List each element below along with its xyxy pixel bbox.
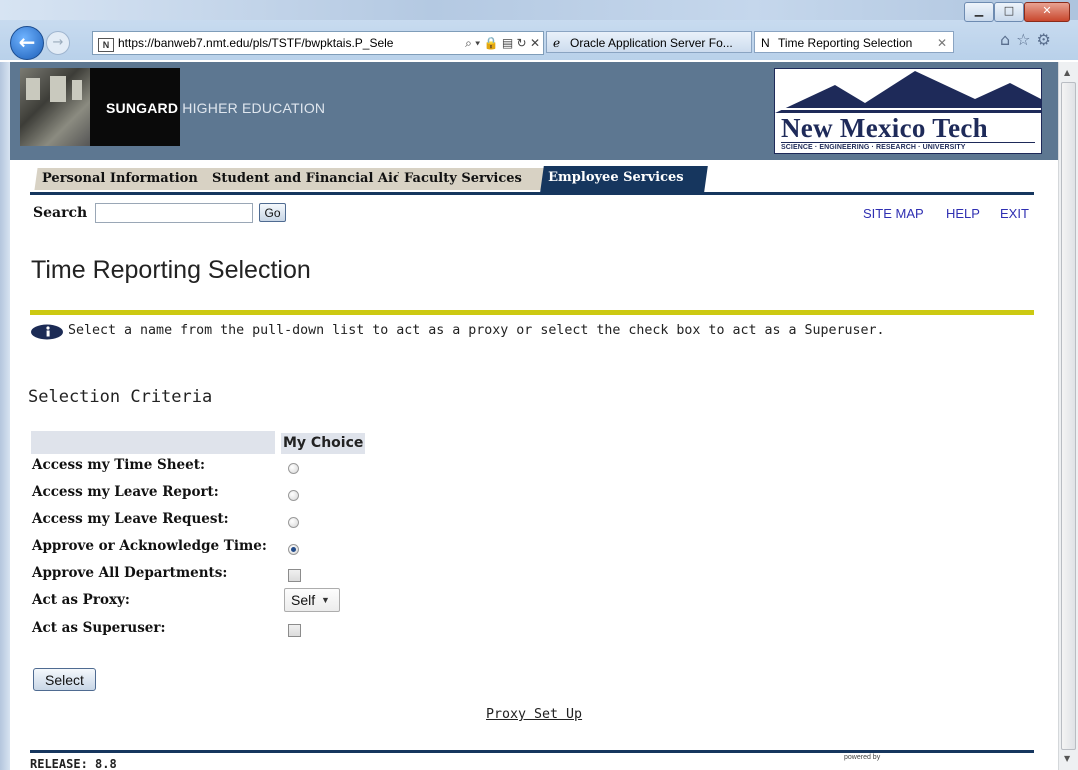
tab-faculty-services[interactable]: Faculty Services [396, 168, 550, 190]
nmt-logo: New Mexico Tech SCIENCE · ENGINEERING · … [774, 68, 1042, 154]
nmt-favicon: N [761, 36, 770, 50]
page-title: Time Reporting Selection [31, 256, 311, 284]
exit-link[interactable]: EXIT [1000, 206, 1029, 221]
ie-icon: ℯ [553, 36, 561, 50]
gear-icon[interactable]: ⚙ [1037, 30, 1057, 49]
radio-leave-request[interactable] [288, 517, 299, 528]
radio-approve-time[interactable] [288, 544, 299, 555]
radio-time-sheet[interactable] [288, 463, 299, 474]
search-input[interactable] [95, 203, 253, 223]
info-icon [31, 324, 63, 340]
tab-student-financial-aid[interactable]: Student and Financial Aid [204, 168, 406, 190]
maximize-button[interactable]: □ [994, 2, 1024, 22]
window-frame-left [0, 62, 10, 770]
tab-label: Oracle Application Server Fo... [570, 36, 733, 50]
tab-divider [30, 192, 1034, 195]
campus-photo [20, 68, 90, 146]
row-label-approve-time: Approve or Acknowledge Time: [32, 538, 267, 554]
title-divider [30, 310, 1034, 315]
address-bar[interactable]: Nhttps://banweb7.nmt.edu/pls/TSTF/bwpkta… [92, 31, 544, 55]
release-text: RELEASE: 8.8 [30, 757, 117, 770]
scroll-up-icon[interactable]: ▲ [1064, 68, 1070, 77]
star-icon[interactable]: ☆ [1016, 30, 1036, 49]
stop-icon[interactable]: ✕ [530, 36, 540, 50]
search-label: Search [33, 205, 88, 221]
info-message: Select a name from the pull-down list to… [68, 323, 885, 338]
row-label-time-sheet: Access my Time Sheet: [32, 457, 205, 473]
back-arrow-icon[interactable]: ← [10, 26, 44, 60]
tab-personal-information[interactable]: Personal Information [34, 168, 214, 190]
checkbox-approve-all-departments[interactable] [288, 569, 301, 582]
close-window-button[interactable]: ✕ [1024, 2, 1070, 22]
row-label-approve-all-departments: Approve All Departments: [32, 565, 228, 581]
lock-icon[interactable]: 🔒 [484, 36, 499, 50]
footer-divider [30, 750, 1034, 753]
minimize-button[interactable]: ▁ [964, 2, 994, 22]
search-icon[interactable]: ⌕ [465, 36, 472, 50]
row-label-leave-report: Access my Leave Report: [32, 484, 219, 500]
close-tab-icon[interactable]: ✕ [937, 32, 947, 52]
toolbar-icons: ⌂☆⚙ [1000, 30, 1057, 49]
refresh-icon[interactable]: ↻ [517, 36, 527, 50]
powered-by-text: powered by [844, 754, 881, 761]
sungard-brand: SUNGARD HIGHER EDUCATION [106, 100, 326, 116]
column-header-my-choice: My Choice [281, 433, 366, 454]
tab-employee-services[interactable]: Employee Services [540, 166, 708, 192]
table-header-blank [31, 431, 275, 454]
vertical-scrollbar[interactable]: ▲ ▼ [1058, 62, 1078, 770]
chevron-down-icon: ▼ [321, 595, 330, 605]
tab-oracle[interactable]: ℯ Oracle Application Server Fo... [546, 31, 752, 53]
go-button[interactable]: Go [259, 203, 286, 222]
address-bar-icons: ⌕ ▾ 🔒 ▤ ↻ ✕ [462, 32, 540, 54]
scroll-down-icon[interactable]: ▼ [1064, 754, 1070, 763]
proxy-set-up-link[interactable]: Proxy Set Up [486, 707, 582, 722]
site-map-link[interactable]: SITE MAP [863, 206, 924, 221]
row-label-act-as-proxy: Act as Proxy: [32, 592, 130, 608]
nmt-name: New Mexico Tech [781, 113, 988, 143]
tab-label: Time Reporting Selection [778, 36, 913, 50]
section-title: Selection Criteria [28, 387, 213, 407]
row-label-leave-request: Access my Leave Request: [32, 511, 229, 527]
radio-leave-report[interactable] [288, 490, 299, 501]
scroll-thumb[interactable] [1061, 82, 1076, 750]
page-content: SUNGARD HIGHER EDUCATION New Mexico Tech… [10, 62, 1058, 770]
mountain-logo-icon [775, 71, 1041, 113]
title-bar [0, 0, 1078, 20]
row-label-act-as-superuser: Act as Superuser: [32, 620, 166, 636]
site-favicon: N [98, 38, 114, 52]
tab-time-reporting[interactable]: N Time Reporting Selection ✕ [754, 31, 954, 53]
help-link[interactable]: HELP [946, 206, 980, 221]
proxy-select[interactable]: Self ▼ [284, 588, 340, 612]
nmt-tagline: SCIENCE · ENGINEERING · RESEARCH · UNIVE… [781, 142, 1035, 151]
checkbox-act-as-superuser[interactable] [288, 624, 301, 637]
main-tabs: Personal Information Student and Financi… [10, 166, 1058, 192]
compat-icon[interactable]: ▤ [502, 36, 513, 50]
select-button[interactable]: Select [33, 668, 96, 691]
forward-arrow-icon[interactable]: → [46, 31, 70, 55]
address-url: https://banweb7.nmt.edu/pls/TSTF/bwpktai… [118, 36, 394, 50]
home-icon[interactable]: ⌂ [1000, 30, 1016, 49]
